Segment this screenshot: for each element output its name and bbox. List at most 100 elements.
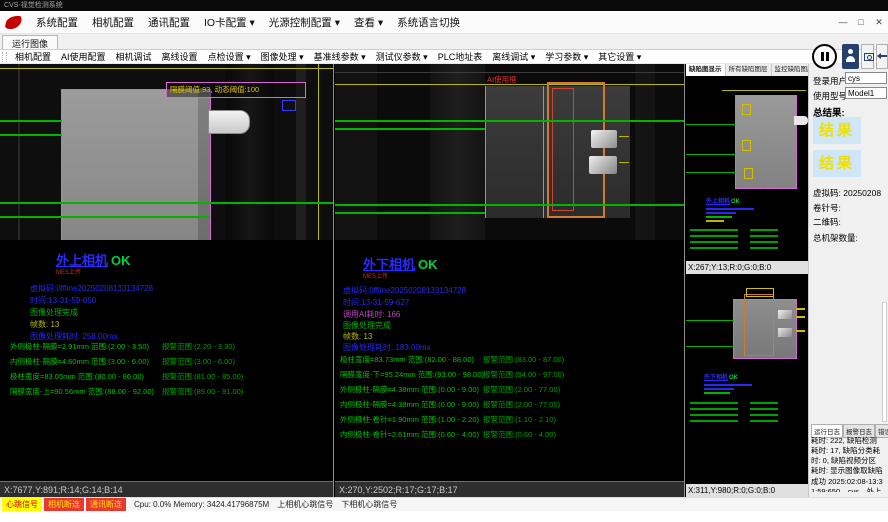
snapshot-button[interactable]	[861, 44, 874, 69]
green-guide-line	[686, 172, 736, 173]
measurement-value: 内侧极柱-隔膜=4.38mm 范围:(0.00 - 9.00)	[340, 399, 479, 410]
camera-status: OK	[418, 257, 438, 272]
login-user-input[interactable]	[845, 72, 887, 84]
tab-run-image[interactable]: 运行图像	[2, 35, 58, 49]
mini-text-line	[690, 402, 738, 404]
menu-item-camera-config[interactable]: 相机配置	[85, 15, 141, 30]
green-guide-line	[0, 202, 333, 204]
metal-feature	[778, 310, 792, 319]
window-controls: — □ ✕	[834, 11, 888, 33]
panel-divider	[333, 64, 334, 497]
mini-text-line	[706, 220, 724, 222]
metal-feature	[778, 328, 792, 337]
yellow-annotation	[619, 136, 629, 137]
heartbeat-status-badge: 心跳信号	[2, 498, 42, 511]
menu-item-language-switch[interactable]: 系统语言切换	[390, 15, 467, 30]
mini-text-line	[750, 247, 778, 249]
tool-tester-params[interactable]: 测试仪参数 ▾	[371, 50, 433, 63]
magenta-guide-line	[543, 86, 544, 218]
alarm-range: 报警范围:(0.60 - 4.00)	[483, 429, 556, 440]
threshold-label-text: 隔膜阈值:93, 动态阈值:100	[170, 85, 259, 94]
tool-camera-config[interactable]: 相机配置	[10, 50, 56, 63]
camera-name: 外上相机	[706, 199, 730, 205]
upper-camera-heartbeat-label: 上相机心跳信号	[277, 499, 333, 510]
tool-baseline-params[interactable]: 基准线参数 ▾	[309, 50, 371, 63]
maximize-icon[interactable]: □	[852, 11, 870, 33]
left-camera-image[interactable]: 隔膜阈值:93, 动态阈值:100	[0, 64, 333, 240]
close-icon[interactable]: ✕	[870, 11, 888, 33]
yellow-annotation	[796, 316, 805, 318]
tool-camera-debug[interactable]: 相机调试	[111, 50, 157, 63]
camera-icon	[864, 53, 874, 61]
menu-item-view[interactable]: 查看 ▾	[347, 15, 390, 30]
threshold-label: 隔膜阈值:93, 动态阈值:100	[166, 82, 306, 98]
menu-item-io-config[interactable]: IO卡配置 ▾	[197, 15, 262, 30]
green-guide-line	[0, 134, 62, 136]
tool-ai-use-config[interactable]: AI使用配置	[56, 50, 111, 63]
roller-pin	[208, 110, 250, 134]
measurement-value: 外侧极柱-卷针=1.90mm 范围:(1.00 - 2.20)	[340, 414, 479, 425]
login-user-label: 登录用户:	[813, 75, 849, 87]
pause-button[interactable]	[812, 44, 837, 69]
center-camera-image[interactable]: AI使用框	[335, 64, 684, 240]
process-done-line: 图像处理完成	[343, 320, 391, 331]
measurement-value: 内侧极柱-卷针=2.61mm 范围:(0.60 - 4.00)	[340, 429, 479, 440]
defect-label-box	[746, 288, 774, 297]
frame-count-line: 帧数: 13	[30, 319, 59, 330]
alarm-range: 报警范围:(1.10 - 2.10)	[483, 414, 556, 425]
roi-box-red	[552, 88, 574, 211]
tool-offline-debug[interactable]: 离线调试 ▾	[487, 50, 540, 63]
alarm-range: 报警范围:(2.00 - 77.00)	[483, 384, 560, 395]
center-pixel-coordinates: X:270,Y:2502;R:17;G:17;B:17	[335, 481, 684, 497]
ai-elapsed-line: 调用AI耗时: 166	[343, 309, 400, 320]
sidebar-scrollbar[interactable]	[882, 302, 887, 422]
return-button[interactable]	[876, 44, 888, 69]
mini-text-line	[704, 392, 730, 394]
virtual-code-row: 虚拟码: 20250208	[813, 187, 881, 199]
virtual-code-line: 虚拟码:0ffline20250208133134728	[343, 285, 466, 296]
thumbnail-top-camera[interactable]: 外上相机OK X:267;Y:13;R:0;G:0;B:0	[686, 76, 808, 274]
green-guide-line	[686, 320, 734, 321]
green-guide-line	[686, 154, 736, 155]
tool-image-process[interactable]: 图像处理 ▾	[256, 50, 309, 63]
mini-text-line	[690, 241, 738, 243]
thumbnail-pixel-coordinates: X:311,Y:980;R:0;G:0;B:0	[686, 484, 808, 497]
alarm-range: 报警范围:(94.00 - 97.00)	[483, 369, 564, 380]
user-lock-button[interactable]	[842, 44, 859, 69]
tab-all-defect-layers[interactable]: 所有缺陷图层	[726, 64, 772, 76]
measurement-value: 隔膜宽度-下=95.24mm 范围:(93.00 - 98.00)	[340, 369, 484, 380]
result-box-bottom: 结果	[813, 150, 861, 177]
mini-text-line	[704, 388, 734, 390]
camera-name: 外下相机	[704, 375, 728, 381]
center-camera-panel[interactable]: AI使用框 外下相机OK	[335, 64, 684, 497]
window-titlebar: CVS-视觉检测系统	[0, 0, 888, 11]
thumbnail-bottom-camera[interactable]: 外下相机OK X:311,Y:980;R:0;G:0;B:0	[686, 276, 808, 497]
tool-spotcheck-setting[interactable]: 点检设置 ▾	[203, 50, 256, 63]
mini-text-line	[690, 420, 738, 422]
green-guide-line	[335, 120, 684, 122]
menu-item-comm-config[interactable]: 通讯配置	[141, 15, 197, 30]
tool-plc-address[interactable]: PLC地址表	[433, 50, 488, 63]
yellow-annotation	[796, 330, 805, 332]
toolbar-grip[interactable]	[2, 52, 7, 62]
tool-other-setting[interactable]: 其它设置 ▾	[593, 50, 646, 63]
mini-text-line	[690, 408, 738, 410]
menu-item-system-config[interactable]: 系统配置	[29, 15, 85, 30]
window-title: CVS-视觉检测系统	[4, 2, 63, 9]
panel-divider	[684, 64, 685, 497]
mini-text-line	[750, 420, 778, 422]
minimize-icon[interactable]: —	[834, 11, 852, 33]
menu-bar: 系统配置 相机配置 通讯配置 IO卡配置 ▾ 光源控制配置 ▾ 查看 ▾ 系统语…	[0, 11, 888, 34]
tool-offline-setting[interactable]: 离线设置	[157, 50, 203, 63]
left-camera-panel[interactable]: 隔膜阈值:93, 动态阈值:100 外上相机OK MES上传 虚拟码:0ffli…	[0, 64, 333, 497]
tab-defect-display[interactable]: 缺陷图显示	[686, 64, 726, 76]
roller-pin	[794, 116, 808, 125]
model-input[interactable]	[845, 87, 887, 99]
tool-learning-params[interactable]: 学习参数 ▾	[540, 50, 593, 63]
main-area: 隔膜阈值:93, 动态阈值:100 外上相机OK MES上传 虚拟码:0ffli…	[0, 64, 888, 497]
log-text: 耗时: 222, 缺陷检测耗时: 17, 缺陷分类耗时: 0, 缺陷视频分区耗时…	[811, 436, 883, 492]
defect-box	[742, 140, 751, 151]
magenta-guide-line	[485, 86, 486, 218]
menu-item-light-config[interactable]: 光源控制配置 ▾	[262, 15, 347, 30]
green-guide-line	[0, 120, 62, 122]
